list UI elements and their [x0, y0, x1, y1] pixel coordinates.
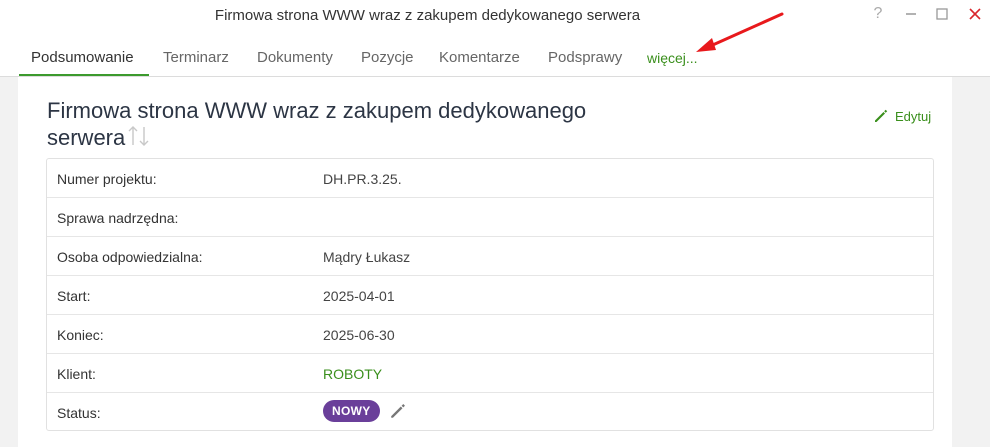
tab-more[interactable]: więcej... [647, 50, 698, 66]
active-tab-indicator [19, 74, 149, 76]
sort-icon[interactable] [126, 124, 152, 154]
table-row: Koniec: 2025-06-30 [47, 315, 933, 354]
project-number-value: DH.PR.3.25. [323, 171, 402, 187]
tab-podsumowanie[interactable]: Podsumowanie [31, 49, 134, 66]
project-details-table: Numer projektu: DH.PR.3.25. Sprawa nadrz… [46, 158, 934, 431]
status-edit-button[interactable] [389, 402, 407, 420]
maximize-icon [936, 8, 948, 20]
detail-label: Sprawa nadrzędna: [57, 210, 179, 226]
minimize-icon [906, 13, 916, 15]
status-badge: NOWY [323, 400, 380, 422]
table-row: Klient: ROBOTY [47, 354, 933, 393]
close-button[interactable] [963, 2, 987, 26]
page-title: Firmowa strona WWW wraz z zakupem dedyko… [47, 97, 647, 154]
tab-bar: Podsumowanie Terminarz Dokumenty Pozycje… [0, 36, 990, 77]
table-row: Numer projektu: DH.PR.3.25. [47, 159, 933, 198]
edit-button[interactable]: Edytuj [873, 108, 931, 124]
help-button[interactable]: ? [866, 2, 890, 26]
detail-label: Status: [57, 405, 101, 421]
tab-pozycje[interactable]: Pozycje [361, 49, 414, 66]
detail-label: Koniec: [57, 327, 104, 343]
maximize-button[interactable] [930, 2, 954, 26]
status-cell: NOWY [323, 400, 407, 422]
tab-komentarze[interactable]: Komentarze [439, 49, 520, 66]
detail-label: Numer projektu: [57, 171, 157, 187]
pencil-icon [390, 404, 405, 418]
table-row: Status: NOWY [47, 393, 933, 430]
tab-dokumenty[interactable]: Dokumenty [257, 49, 333, 66]
pencil-icon [875, 109, 888, 122]
tab-terminarz[interactable]: Terminarz [163, 49, 229, 66]
summary-panel: Firmowa strona WWW wraz z zakupem dedyko… [18, 77, 952, 447]
table-row: Sprawa nadrzędna: [47, 198, 933, 237]
client-link[interactable]: ROBOTY [323, 366, 382, 382]
window-titlebar: Firmowa strona WWW wraz z zakupem dedyko… [0, 0, 990, 36]
start-date-value: 2025-04-01 [323, 288, 395, 304]
detail-label: Osoba odpowiedzialna: [57, 249, 203, 265]
content-area: Firmowa strona WWW wraz z zakupem dedyko… [0, 77, 990, 447]
detail-label: Start: [57, 288, 91, 304]
table-row: Osoba odpowiedzialna: Mądry Łukasz [47, 237, 933, 276]
responsible-person-value: Mądry Łukasz [323, 249, 411, 265]
window-title: Firmowa strona WWW wraz z zakupem dedyko… [214, 7, 641, 24]
edit-label: Edytuj [895, 108, 932, 124]
minimize-button[interactable] [899, 2, 923, 26]
tab-podsprawy[interactable]: Podsprawy [548, 49, 622, 66]
end-date-value: 2025-06-30 [323, 327, 395, 343]
detail-label: Klient: [57, 366, 96, 382]
table-row: Start: 2025-04-01 [47, 276, 933, 315]
close-icon [969, 8, 981, 20]
